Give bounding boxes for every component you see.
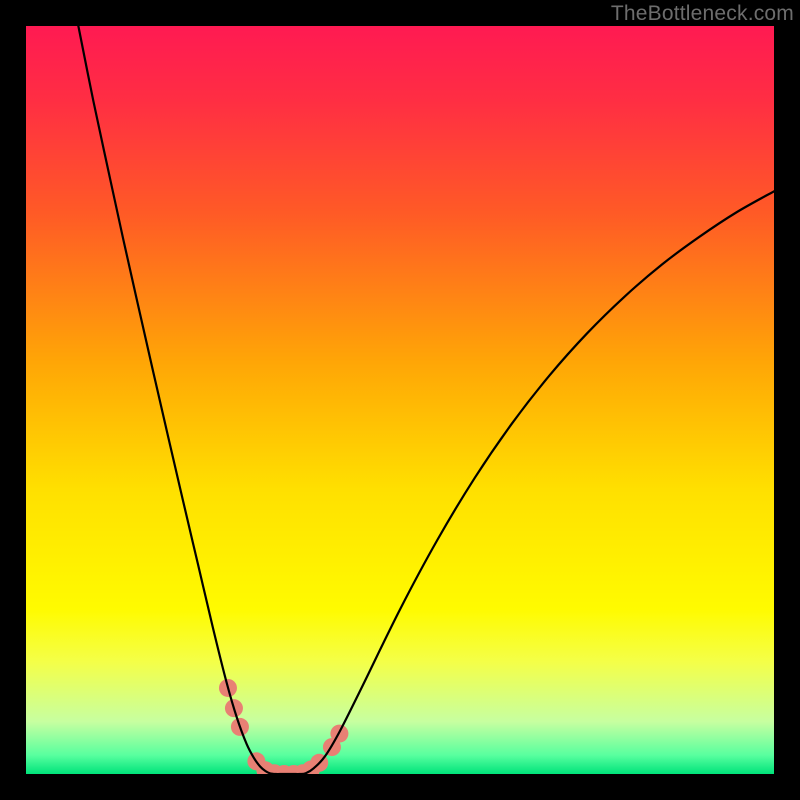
bottleneck-chart bbox=[26, 26, 774, 774]
chart-frame bbox=[26, 26, 774, 774]
watermark-text: TheBottleneck.com bbox=[611, 2, 794, 26]
gradient-background bbox=[26, 26, 774, 774]
